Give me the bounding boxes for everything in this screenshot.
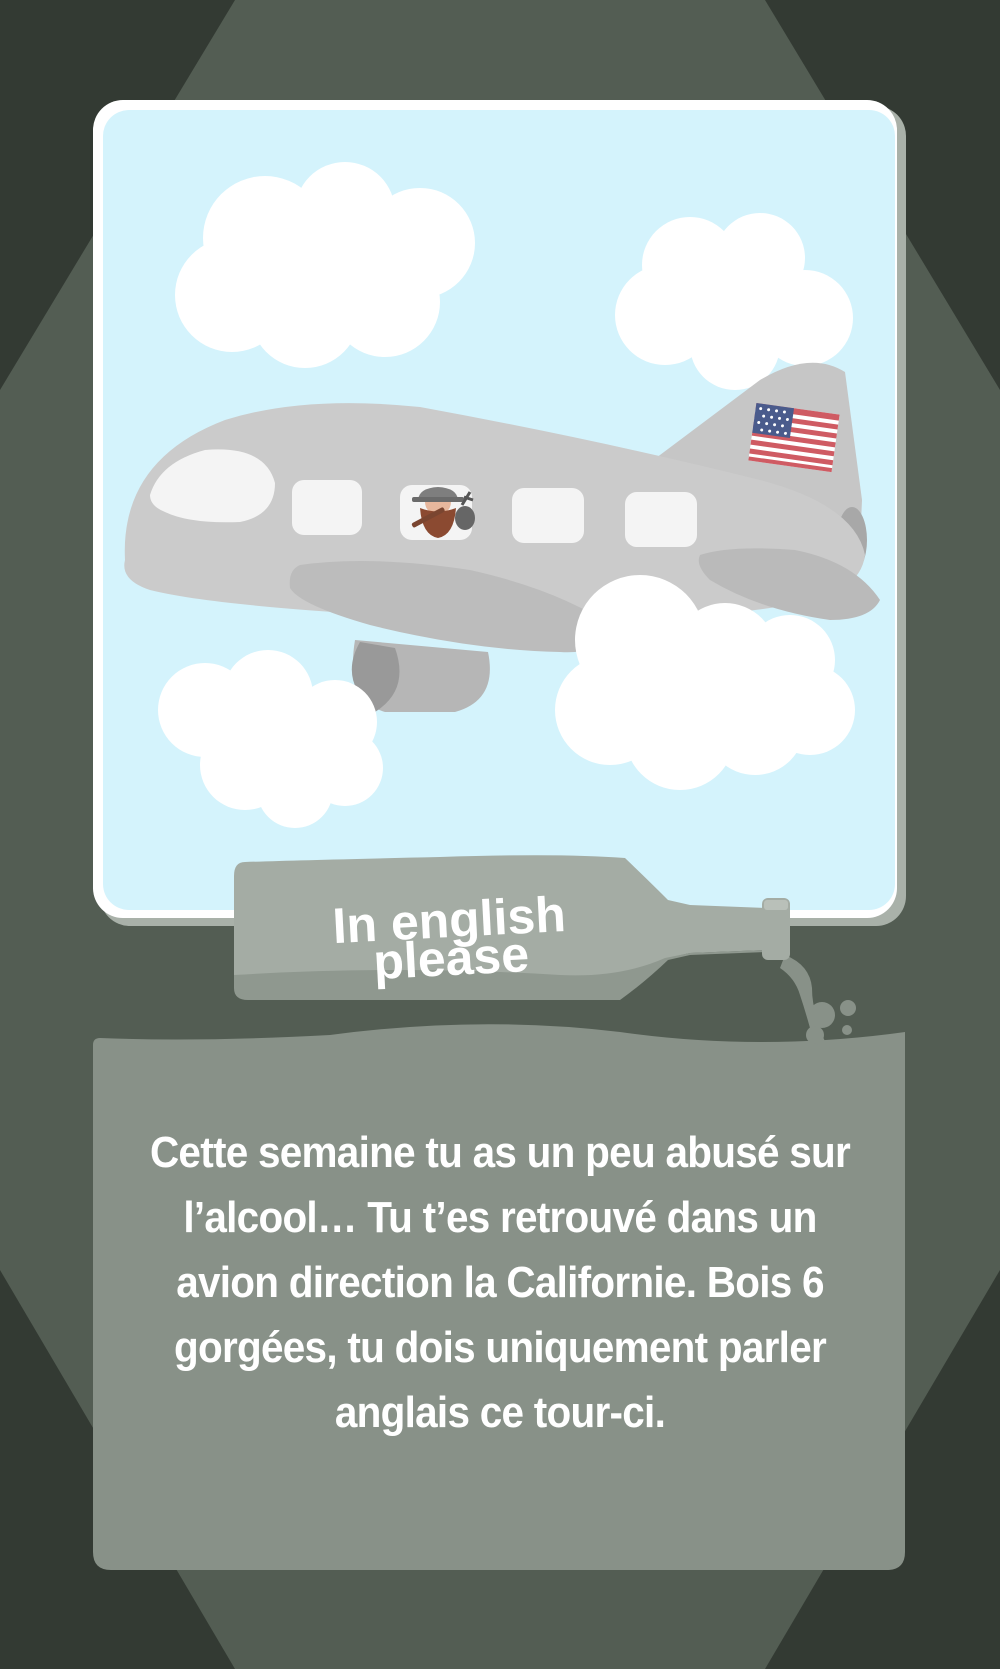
- usa-flag-icon: [748, 402, 840, 473]
- card-instructions: Cette semaine tu as un peu abusé sur l’a…: [149, 1128, 851, 1437]
- plane-window: [292, 480, 362, 535]
- plane-window: [512, 488, 584, 543]
- card-title-line2: please: [372, 926, 530, 990]
- plane-window: [625, 492, 697, 547]
